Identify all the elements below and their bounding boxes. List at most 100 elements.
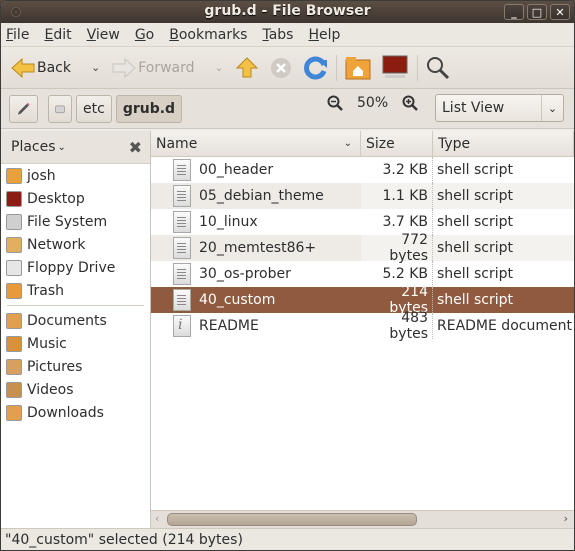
file-size: 483 bytes [361, 310, 433, 342]
forward-button[interactable]: Forward [112, 57, 195, 79]
documents-folder-icon [6, 312, 22, 329]
pictures-folder-icon [6, 358, 22, 375]
sidebar-item-videos[interactable]: Videos [1, 378, 150, 401]
sidebar-item-label: josh [27, 167, 56, 184]
file-type: README document [437, 318, 572, 334]
sidebar-title: Places [11, 139, 56, 155]
file-name: 30_os-prober [199, 266, 291, 282]
sidebar-item-pictures[interactable]: Pictures [1, 355, 150, 378]
table-row[interactable]: i README 483 bytes README document [151, 310, 574, 342]
toolbar: Back ⌄ Forward ⌄ [1, 47, 574, 89]
search-icon[interactable] [426, 56, 450, 80]
column-header-size[interactable]: Size [361, 131, 433, 156]
file-type: shell script [437, 214, 514, 230]
home-folder-icon[interactable] [345, 56, 371, 80]
sidebar-item-label: Pictures [27, 358, 83, 375]
menu-view[interactable]: View [87, 27, 120, 43]
reload-icon[interactable] [303, 56, 328, 80]
downloads-folder-icon [6, 404, 22, 421]
title-bar: grub.d - File Browser _ □ ✕ [1, 1, 574, 23]
column-header-name[interactable]: Name ⌄ [151, 131, 361, 156]
scrollbar-thumb[interactable] [167, 513, 417, 526]
edit-location-button[interactable] [9, 94, 38, 123]
file-size: 3.2 KB [361, 157, 433, 183]
file-size: 1.1 KB [361, 183, 433, 209]
column-headers: Name ⌄ Size Type [151, 131, 574, 157]
computer-icon[interactable] [381, 55, 409, 81]
file-size: 772 bytes [361, 232, 433, 264]
sidebar-item-floppy-drive[interactable]: Floppy Drive [1, 256, 150, 279]
file-name: 05_debian_theme [199, 188, 324, 204]
maximize-button[interactable]: □ [527, 4, 547, 20]
harddisk-icon [6, 213, 22, 230]
view-mode-value: List View [442, 100, 505, 116]
forward-history-dropdown[interactable]: ⌄ [215, 61, 224, 74]
zoom-level: 50% [357, 95, 389, 111]
scroll-left-icon[interactable]: ‹ [155, 512, 159, 525]
sidebar-item-documents[interactable]: Documents [1, 309, 150, 332]
sidebar-item-label: Music [27, 335, 67, 352]
file-name: README [199, 318, 259, 334]
horizontal-scrollbar[interactable]: ‹ › [151, 510, 574, 528]
zoom-out-icon[interactable] [327, 95, 343, 111]
minimize-button[interactable]: _ [504, 4, 524, 20]
sidebar-item-network[interactable]: Network [1, 233, 150, 256]
back-button[interactable]: Back [11, 57, 71, 79]
menu-go[interactable]: Go [135, 27, 154, 43]
sidebar-header[interactable]: Places ⌄ ✖ [1, 131, 150, 164]
status-bar: "40_custom" selected (214 bytes) [1, 528, 574, 550]
file-name: 40_custom [199, 292, 276, 308]
music-folder-icon [6, 335, 22, 352]
zoom-in-icon[interactable] [402, 95, 419, 111]
sidebar-item-label: Documents [27, 312, 107, 329]
sidebar-item-josh[interactable]: josh [1, 164, 150, 187]
path-root-button[interactable] [48, 94, 72, 123]
floppy-icon [6, 259, 22, 276]
file-browser-window: grub.d - File Browser _ □ ✕ File Edit View… [0, 0, 575, 551]
table-row[interactable]: 05_debian_theme 1.1 KB shell script [151, 183, 574, 209]
table-row[interactable]: 00_header 3.2 KB shell script [151, 157, 574, 183]
up-arrow-icon[interactable] [235, 56, 258, 79]
table-row[interactable]: 20_memtest86+ 772 bytes shell script [151, 232, 574, 264]
sidebar-item-downloads[interactable]: Downloads [1, 401, 150, 424]
close-button[interactable]: ✕ [550, 4, 570, 20]
menu-help[interactable]: Help [308, 27, 340, 43]
column-header-type[interactable]: Type [433, 131, 574, 156]
menu-tabs[interactable]: Tabs [262, 27, 293, 43]
sidebar-item-trash[interactable]: Trash [1, 279, 150, 302]
file-type: shell script [433, 287, 574, 313]
menu-bookmarks[interactable]: Bookmarks [169, 27, 247, 43]
menu-file[interactable]: File [6, 27, 29, 43]
back-history-dropdown[interactable]: ⌄ [91, 61, 100, 74]
menu-edit[interactable]: Edit [44, 27, 71, 43]
script-file-icon [173, 289, 191, 311]
location-bar: etc grub.d 50% List View ⌄ [1, 89, 574, 129]
script-file-icon [173, 211, 191, 233]
file-name: 20_memtest86+ [199, 240, 317, 256]
stop-icon[interactable] [270, 57, 292, 79]
sidebar-item-desktop[interactable]: Desktop [1, 187, 150, 210]
chevron-down-icon: ⌄ [541, 95, 563, 121]
harddisk-icon [55, 105, 65, 113]
path-button-etc[interactable]: etc [76, 94, 112, 123]
script-file-icon [173, 237, 191, 259]
file-type: shell script [433, 235, 574, 261]
sidebar-item-label: Videos [27, 381, 74, 398]
file-type: shell script [437, 162, 514, 178]
view-mode-select[interactable]: List View ⌄ [435, 94, 564, 122]
info-file-icon: i [173, 315, 191, 337]
path-button-grub-d[interactable]: grub.d [115, 94, 183, 123]
window-title: grub.d - File Browser [204, 3, 371, 19]
sidebar-item-music[interactable]: Music [1, 332, 150, 355]
file-list: Name ⌄ Size Type 00_header 3.2 KB shell scr… [151, 131, 574, 528]
close-sidebar-icon[interactable]: ✖ [129, 138, 142, 157]
sidebar-separator [7, 305, 144, 306]
home-folder-icon [6, 167, 22, 184]
scroll-right-icon[interactable]: › [564, 512, 568, 525]
script-file-icon [173, 159, 191, 181]
forward-label: Forward [138, 59, 195, 76]
sidebar-item-label: Trash [27, 282, 64, 299]
sidebar-item-file-system[interactable]: File System [1, 210, 150, 233]
toolbar-separator [416, 54, 418, 81]
sidebar: Places ⌄ ✖ josh Desktop File System Network F… [1, 131, 151, 528]
